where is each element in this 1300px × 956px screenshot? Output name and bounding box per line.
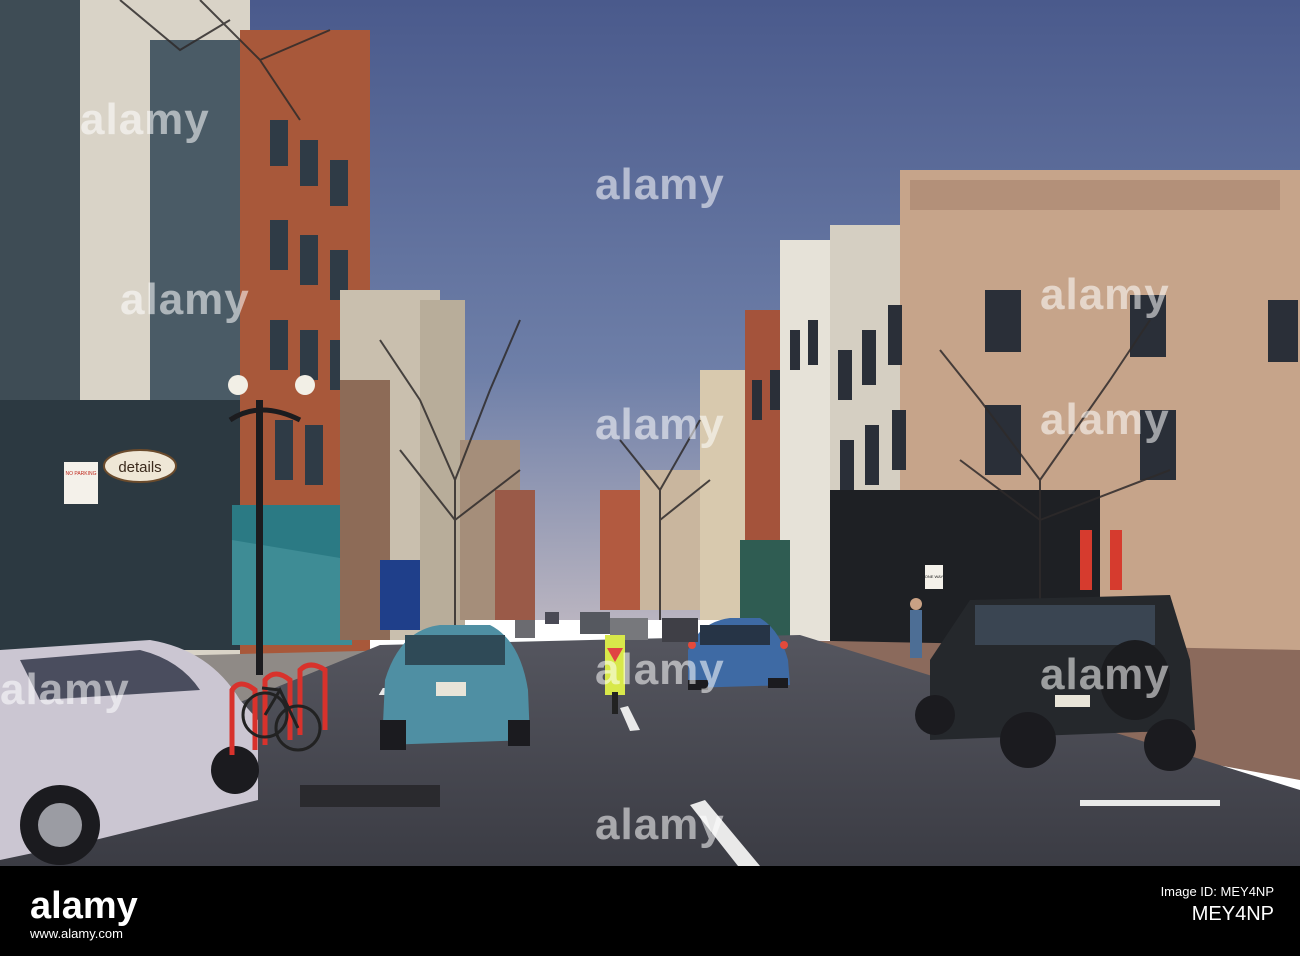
image-id-label: Image ID: MEY4NP	[1160, 884, 1274, 899]
pedestrian	[910, 598, 922, 658]
no-parking-sign: NO PARKING	[64, 462, 98, 504]
watermark-text: alamy	[595, 645, 725, 694]
watermark-text: alamy	[595, 400, 725, 449]
alamy-logo: alamy	[30, 886, 138, 926]
no-parking-sign-text: NO PARKING	[65, 471, 96, 477]
image-id-block: Image ID: MEY4NP MEY4NP	[1161, 884, 1274, 926]
details-sign-text: details	[118, 459, 161, 476]
one-way-sign-text: ONE WAY	[925, 574, 944, 579]
watermark-text: alamy	[0, 665, 130, 714]
footer-url: www.alamy.com	[30, 926, 123, 941]
watermark-text: alamy	[80, 95, 210, 144]
stock-photo-frame: details NO PARKING ONE WAY alamy alamy a…	[0, 0, 1300, 956]
grate	[300, 785, 440, 807]
details-sign: details	[103, 449, 177, 483]
watermark-text: alamy	[595, 800, 725, 849]
teal-car	[380, 625, 530, 750]
alamy-logo-text: alamy	[30, 886, 138, 926]
one-way-sign: ONE WAY	[925, 565, 944, 589]
watermark-text: alamy	[595, 160, 725, 209]
watermark-text: alamy	[1040, 270, 1170, 319]
watermark-text: alamy	[1040, 395, 1170, 444]
watermark-text: alamy	[1040, 650, 1170, 699]
footer-bar: alamy www.alamy.com Image ID: MEY4NP MEY…	[0, 866, 1300, 956]
image-id-value: MEY4NP	[1191, 903, 1274, 925]
street-photo: details NO PARKING ONE WAY alamy alamy a…	[0, 0, 1300, 866]
watermark-text: alamy	[120, 275, 250, 324]
